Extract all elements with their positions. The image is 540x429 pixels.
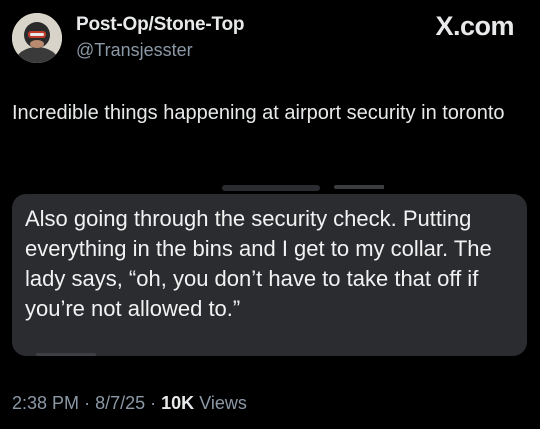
user-handle[interactable]: @Transjesster [76, 40, 193, 61]
cropped-handle-pill [222, 185, 320, 191]
bubble-footer-bar [36, 353, 96, 356]
tweet-time[interactable]: 2:38 PM [12, 393, 79, 413]
cropped-time-fragment [334, 185, 384, 189]
tweet-date[interactable]: 8/7/25 [95, 393, 145, 413]
views-count[interactable]: 10K [161, 393, 194, 413]
avatar[interactable] [12, 13, 62, 63]
tweet-meta: 2:38 PM · 8/7/25 · 10K Views [12, 393, 247, 414]
meta-separator: · [84, 393, 91, 413]
brand-logo: X.com [435, 11, 514, 41]
quoted-message-bubble: Also going through the security check. P… [12, 194, 527, 356]
views-label: Views [199, 393, 247, 413]
display-name[interactable]: Post-Op/Stone-Top [76, 14, 244, 36]
meta-separator: · [150, 393, 157, 413]
tweet-text: Incredible things happening at airport s… [12, 102, 505, 124]
profile-photo-icon [12, 13, 62, 63]
quoted-message-text: Also going through the security check. P… [25, 206, 492, 321]
